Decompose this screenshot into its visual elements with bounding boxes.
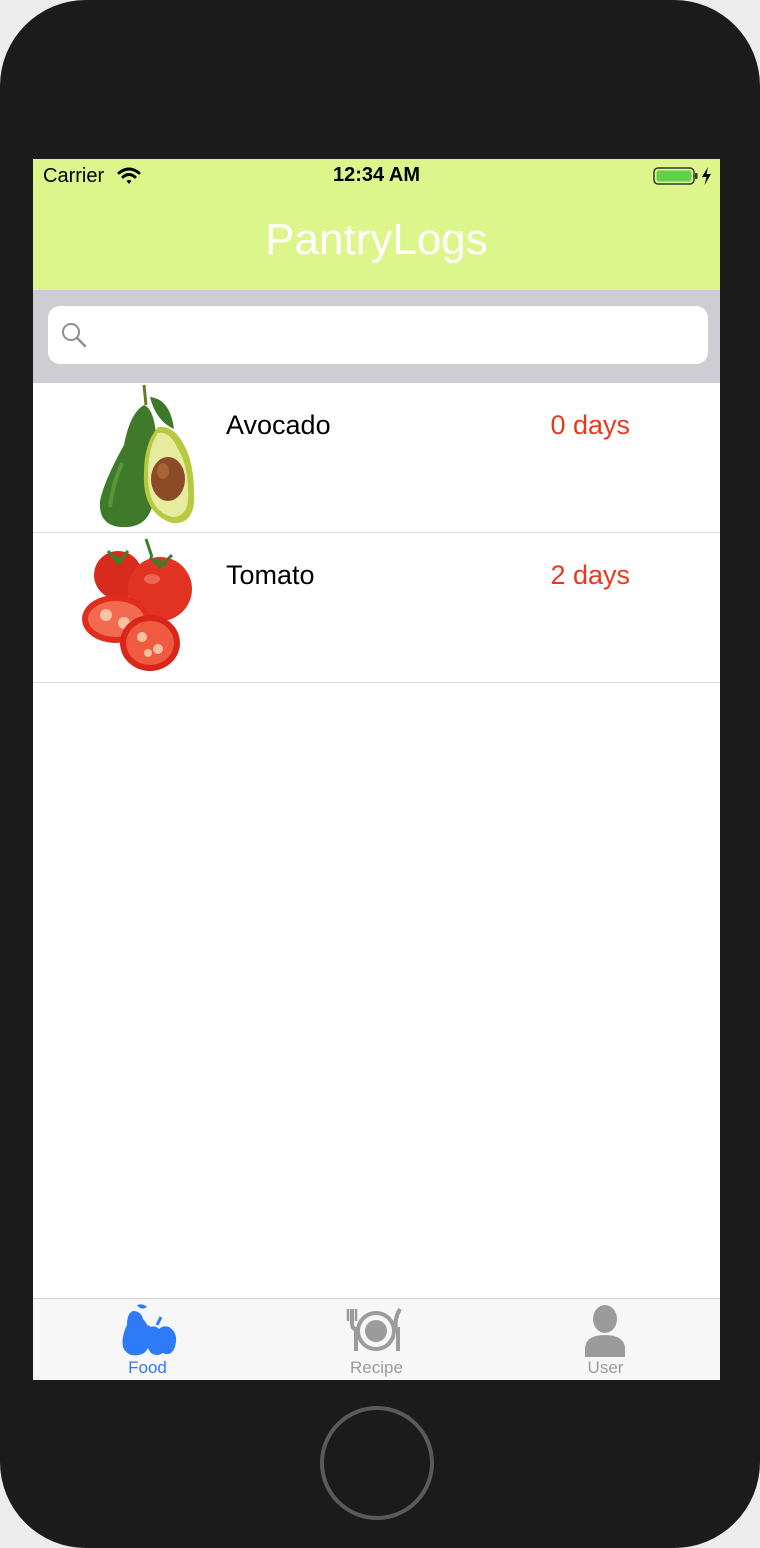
list-item-avocado[interactable]: Avocado 0 days — [33, 383, 720, 533]
status-bar: Carrier 12:34 AM — [33, 159, 720, 193]
avocado-image — [99, 384, 195, 528]
tab-bar: Food Recipe User — [33, 1298, 720, 1380]
search-input[interactable] — [100, 314, 694, 358]
tab-label: User — [587, 1358, 624, 1377]
plate-cutlery-icon — [346, 1307, 402, 1351]
home-button[interactable] — [320, 1406, 434, 1520]
item-name: Avocado — [226, 410, 331, 440]
page-title: PantryLogs — [265, 215, 488, 264]
battery-charging-icon — [653, 167, 711, 185]
item-days-remaining: 0 days — [550, 410, 630, 440]
list-item-tomato[interactable]: Tomato 2 days — [33, 533, 720, 683]
app-header: Carrier 12:34 AM PantryLogs — [33, 159, 720, 290]
item-days-remaining: 2 days — [550, 560, 630, 590]
tab-food[interactable]: Food — [33, 1299, 262, 1380]
phone-screen: Carrier 12:34 AM PantryLogs Avocado 0 da… — [33, 159, 720, 1380]
tab-user[interactable]: User — [491, 1299, 720, 1380]
phone-frame: Carrier 12:34 AM PantryLogs Avocado 0 da… — [0, 0, 760, 1548]
fruit-icon — [122, 1304, 177, 1356]
status-time: 12:34 AM — [332, 164, 421, 186]
person-icon — [585, 1305, 625, 1357]
item-name: Tomato — [226, 560, 315, 590]
search-icon — [62, 323, 87, 348]
tab-recipe[interactable]: Recipe — [262, 1299, 491, 1380]
food-list: Avocado 0 days Tomato 2 days — [33, 383, 720, 683]
tab-label: Food — [128, 1358, 167, 1377]
tab-label: Recipe — [350, 1358, 403, 1377]
search-bar — [33, 290, 720, 383]
search-field[interactable] — [48, 306, 708, 364]
tomato-image — [82, 538, 192, 671]
